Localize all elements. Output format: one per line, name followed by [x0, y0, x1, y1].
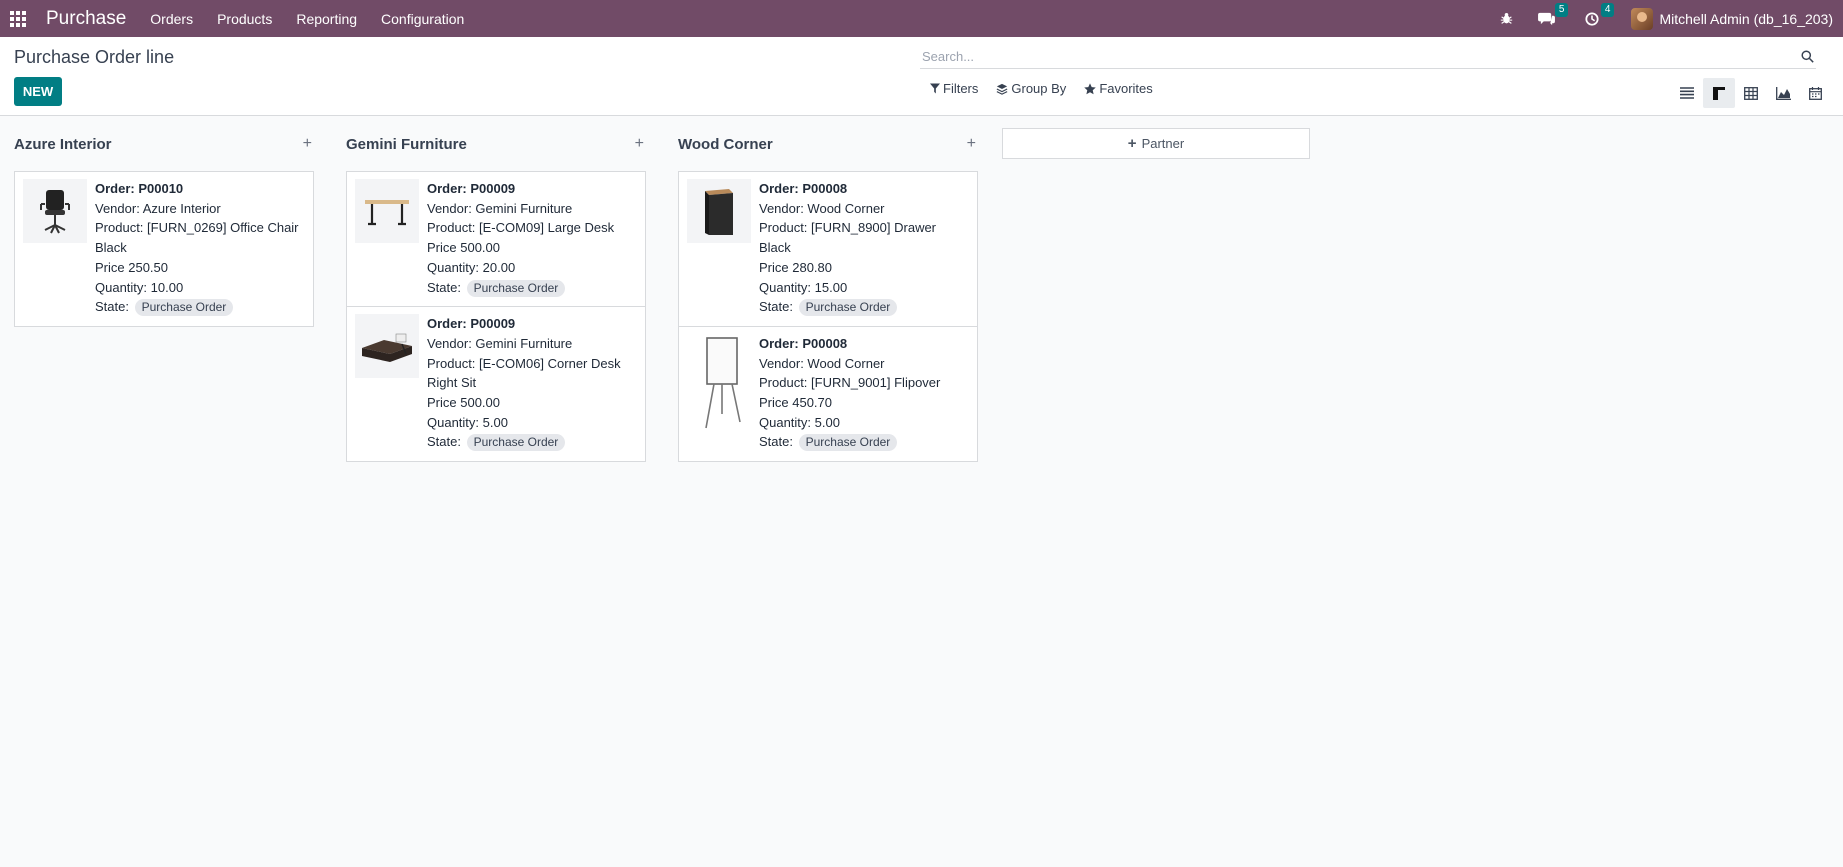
column-quick-add-icon[interactable]: + — [303, 135, 314, 153]
user-name: Mitchell Admin (db_16_203) — [1659, 10, 1833, 27]
product-text: Product: [FURN_8900] Drawer Black — [759, 220, 937, 256]
price-text: Price 280.80 — [759, 259, 832, 275]
vendor-text: Vendor: Gemini Furniture — [427, 200, 573, 216]
search-input[interactable] — [920, 49, 1798, 64]
kanban-card[interactable]: Order: P00009 Vendor: Gemini Furniture P… — [346, 306, 646, 463]
top-navbar: Purchase Orders Products Reporting Confi… — [0, 0, 1843, 37]
filters-button[interactable]: Filters — [930, 81, 978, 96]
order-reference: Order: P00010 — [95, 181, 184, 196]
status-badge: Purchase Order — [798, 434, 898, 452]
control-panel: Purchase Order line NEW Filters Group By… — [0, 37, 1843, 116]
menu-configuration[interactable]: Configuration — [381, 11, 464, 27]
column-quick-add-icon[interactable]: + — [967, 135, 978, 153]
quantity-text: Quantity: 15.00 — [759, 279, 848, 295]
activities-clock-icon[interactable]: 4 — [1583, 2, 1615, 28]
filters-label: Filters — [943, 81, 979, 96]
quantity-text: Quantity: 5.00 — [427, 414, 508, 430]
price-text: Price 250.50 — [95, 259, 168, 275]
kanban-board: Azure Interior + Order: P00010 Vendor: A… — [0, 116, 1843, 463]
product-text: Product: [E-COM09] Large Desk — [427, 220, 615, 236]
search-icon[interactable] — [1798, 48, 1816, 66]
page-title: Purchase Order line — [14, 47, 175, 67]
kanban-card[interactable]: Order: P00008 Vendor: Wood Corner Produc… — [678, 325, 978, 463]
price-text: Price 500.00 — [427, 240, 500, 256]
office-chair-image — [23, 179, 87, 243]
status-badge: Purchase Order — [798, 299, 898, 317]
search-bar — [920, 45, 1816, 69]
kanban-card[interactable]: Order: P00010 Vendor: Azure Interior Pro… — [14, 171, 314, 327]
pivot-view-icon[interactable] — [1735, 78, 1767, 108]
add-column-button[interactable]: + Partner — [1002, 128, 1310, 159]
price-text: Price 500.00 — [427, 395, 500, 411]
search-options: Filters Group By Favorites — [930, 81, 1171, 96]
star-icon — [1084, 82, 1097, 94]
state-label: State: — [427, 279, 461, 295]
group-by-button[interactable]: Group By — [996, 81, 1066, 96]
filter-icon — [930, 83, 940, 94]
graph-view-icon[interactable] — [1767, 78, 1799, 108]
order-reference: Order: P00008 — [759, 181, 848, 196]
column-title: Azure Interior — [14, 135, 112, 153]
column-quick-add-icon[interactable]: + — [635, 135, 646, 153]
view-switcher — [1671, 78, 1831, 108]
state-label: State: — [759, 299, 793, 315]
favorites-button[interactable]: Favorites — [1084, 81, 1153, 96]
kanban-card[interactable]: Order: P00009 Vendor: Gemini Furniture P… — [346, 171, 646, 308]
layers-icon — [996, 83, 1008, 95]
column-header: Azure Interior + — [14, 116, 314, 172]
avatar — [1631, 7, 1654, 30]
list-view-icon[interactable] — [1671, 78, 1703, 108]
debug-bug-icon[interactable] — [1497, 10, 1515, 28]
messages-count-badge: 5 — [1554, 2, 1569, 17]
quantity-text: Quantity: 20.00 — [427, 259, 516, 275]
kanban-column-wood-corner: Wood Corner + Order: P00008 Vendor: Wood… — [678, 116, 978, 463]
vendor-text: Vendor: Wood Corner — [759, 355, 885, 371]
kanban-card[interactable]: Order: P00008 Vendor: Wood Corner Produc… — [678, 171, 978, 327]
menu-orders[interactable]: Orders — [150, 11, 193, 27]
user-menu[interactable]: Mitchell Admin (db_16_203) — [1631, 7, 1833, 30]
order-reference: Order: P00009 — [427, 316, 516, 332]
order-reference: Order: P00009 — [427, 181, 516, 196]
large-desk-image — [355, 179, 419, 243]
status-badge: Purchase Order — [466, 434, 566, 452]
apps-menu-icon[interactable] — [10, 10, 26, 27]
flipover-image — [687, 333, 751, 434]
messages-icon[interactable]: 5 — [1537, 2, 1569, 28]
state-label: State: — [95, 299, 129, 315]
product-text: Product: [FURN_0269] Office Chair Black — [95, 220, 299, 256]
kanban-column-azure-interior: Azure Interior + Order: P00010 Vendor: A… — [14, 116, 314, 462]
calendar-view-icon[interactable] — [1799, 78, 1831, 108]
price-text: Price 450.70 — [759, 395, 832, 411]
column-title: Wood Corner — [678, 135, 773, 153]
quantity-text: Quantity: 10.00 — [95, 279, 184, 295]
state-label: State: — [759, 434, 793, 450]
quantity-text: Quantity: 5.00 — [759, 414, 840, 430]
menu-products[interactable]: Products — [217, 11, 272, 27]
app-name[interactable]: Purchase — [46, 8, 126, 30]
add-column-label: Partner — [1141, 136, 1185, 151]
favorites-label: Favorites — [1099, 81, 1153, 96]
group-by-label: Group By — [1011, 81, 1067, 96]
status-badge: Purchase Order — [466, 279, 566, 297]
activities-count-badge: 4 — [1600, 2, 1615, 17]
column-header: Gemini Furniture + — [346, 116, 646, 172]
column-title: Gemini Furniture — [346, 135, 467, 153]
vendor-text: Vendor: Azure Interior — [95, 200, 221, 216]
product-text: Product: [FURN_9001] Flipover — [759, 375, 941, 391]
kanban-view-icon[interactable] — [1703, 78, 1735, 108]
drawer-image — [687, 179, 751, 243]
kanban-column-gemini-furniture: Gemini Furniture + Order: P00009 Vendor:… — [346, 116, 646, 463]
column-header: Wood Corner + — [678, 116, 978, 172]
status-badge: Purchase Order — [134, 299, 234, 317]
state-label: State: — [427, 434, 461, 450]
new-button[interactable]: NEW — [14, 77, 62, 106]
product-text: Product: [E-COM06] Corner Desk Right Sit — [427, 355, 621, 391]
menu-reporting[interactable]: Reporting — [296, 11, 357, 27]
corner-desk-image — [355, 314, 419, 379]
order-reference: Order: P00008 — [759, 335, 848, 351]
vendor-text: Vendor: Wood Corner — [759, 200, 885, 216]
vendor-text: Vendor: Gemini Furniture — [427, 335, 573, 351]
plus-icon: + — [1127, 135, 1137, 152]
